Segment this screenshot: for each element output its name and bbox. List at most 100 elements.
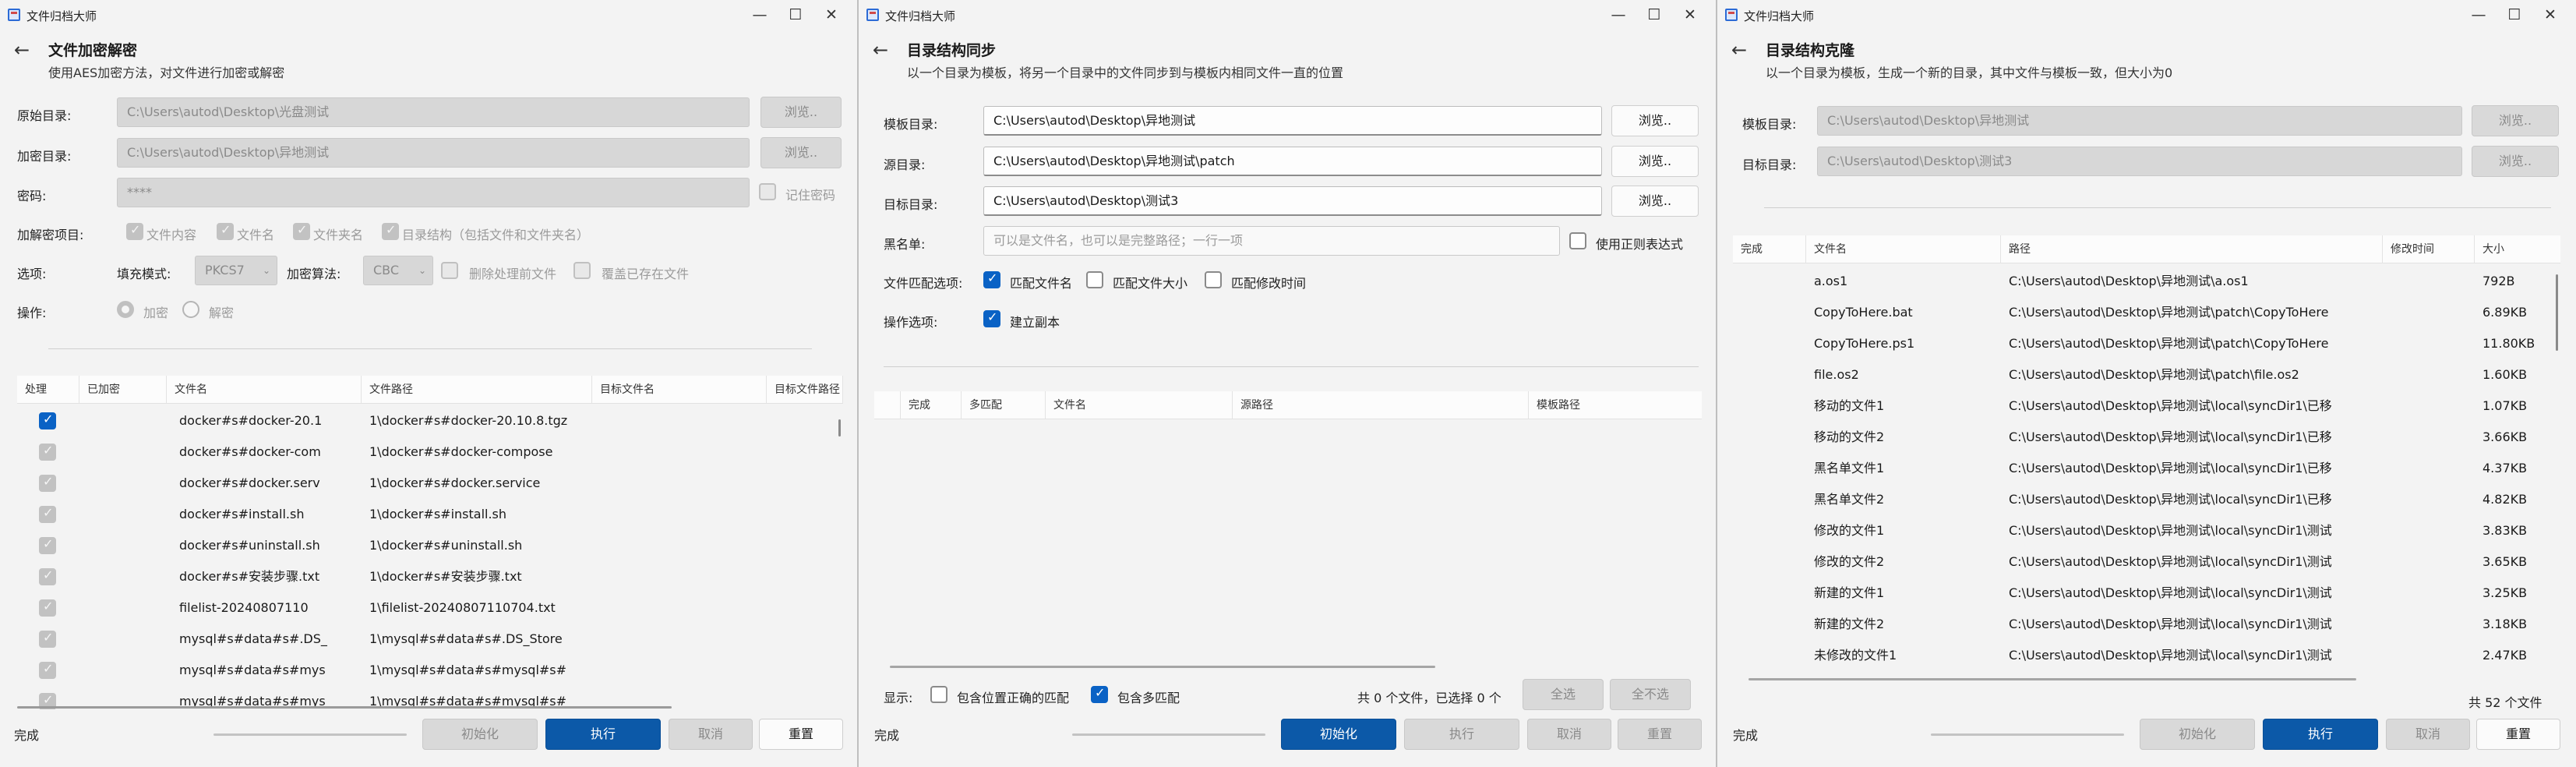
encrypt-radio[interactable] [117, 301, 134, 318]
table-row[interactable]: a.os1 C:\Users\autod\Desktop\异地测试\a.os1 79… [1733, 266, 2560, 297]
target-dir-input[interactable]: C:\Users\autod\Desktop\测试3 [1817, 147, 2462, 176]
process-checkbox[interactable] [39, 599, 56, 617]
browse-encrypt-button[interactable]: 浏览.. [760, 137, 842, 168]
encrypt-dir-input[interactable]: C:\Users\autod\Desktop\异地测试 [117, 138, 750, 168]
regex-checkbox[interactable] [1569, 232, 1586, 249]
table-row[interactable]: 未修改的文件1 C:\Users\autod\Desktop\异地测试\local… [1733, 640, 2560, 671]
table-horizontal-scrollbar[interactable] [1749, 678, 2356, 680]
cancel-button[interactable]: 取消 [669, 719, 753, 750]
process-checkbox[interactable] [39, 474, 56, 492]
process-checkbox[interactable] [39, 630, 56, 648]
col-path[interactable]: 路径 [2001, 235, 2383, 263]
table-row[interactable]: 新建的文件2 C:\Users\autod\Desktop\异地测试\local\… [1733, 609, 2560, 640]
col-done[interactable]: 完成 [901, 391, 962, 419]
browse-template-button[interactable]: 浏览.. [1611, 105, 1699, 136]
password-input[interactable]: **** [117, 178, 750, 207]
template-dir-input[interactable]: C:\Users\autod\Desktop\异地测试 [1817, 106, 2462, 136]
include-multi-checkbox[interactable] [1091, 685, 1108, 703]
select-none-button[interactable]: 全不选 [1610, 679, 1691, 710]
create-copy-checkbox[interactable] [983, 309, 1000, 327]
close-icon[interactable]: ✕ [813, 3, 849, 27]
target-dir-input[interactable]: C:\Users\autod\Desktop\测试3 [983, 186, 1602, 216]
process-checkbox[interactable] [39, 412, 56, 429]
cancel-button[interactable]: 取消 [2386, 719, 2470, 750]
col-filename[interactable]: 文件名 [167, 376, 362, 404]
table-row[interactable]: 新建的文件1 C:\Users\autod\Desktop\异地测试\local\… [1733, 578, 2560, 609]
blacklist-input[interactable]: 可以是文件名，也可以是完整路径；一行一项 [983, 226, 1560, 256]
init-button[interactable]: 初始化 [422, 719, 538, 750]
table-vertical-scrollbar[interactable] [838, 419, 841, 437]
col-filename[interactable]: 文件名 [1046, 391, 1233, 419]
include-position-checkbox[interactable] [930, 686, 947, 703]
init-button[interactable]: 初始化 [1281, 719, 1396, 750]
col-target-name[interactable]: 目标文件名 [592, 376, 767, 404]
item-foldername-checkbox[interactable] [293, 222, 310, 240]
browse-template-button[interactable]: 浏览.. [2472, 105, 2559, 136]
match-name-checkbox[interactable] [983, 270, 1000, 288]
table-horizontal-scrollbar[interactable] [890, 666, 1435, 668]
reset-button[interactable]: 重置 [2476, 719, 2560, 750]
init-button[interactable]: 初始化 [2140, 719, 2255, 750]
maximize-icon[interactable]: ☐ [778, 3, 813, 27]
table-row[interactable]: mysql#s#data#s#.DS_ 1\mysql#s#data#s#.DS_… [17, 624, 843, 655]
browse-target-button[interactable]: 浏览.. [2472, 146, 2559, 177]
browse-source-button[interactable]: 浏览.. [1611, 146, 1699, 177]
match-size-checkbox[interactable] [1086, 271, 1103, 288]
table-row[interactable]: docker#s#uninstall.sh 1\docker#s#uninstal… [17, 530, 843, 561]
table-row[interactable]: docker#s#docker.serv 1\docker#s#docker.se… [17, 468, 843, 499]
close-icon[interactable]: ✕ [2532, 3, 2568, 27]
table-row[interactable]: docker#s#安装步骤.txt 1\docker#s#安装步骤.txt [17, 561, 843, 592]
source-dir-input[interactable]: C:\Users\autod\Desktop\光盘测试 [117, 97, 750, 127]
table-row[interactable]: docker#s#docker-com 1\docker#s#docker-com… [17, 437, 843, 468]
back-arrow-icon[interactable]: ← [873, 39, 888, 61]
col-process[interactable]: 处理 [17, 376, 79, 404]
browse-source-button[interactable]: 浏览.. [760, 97, 842, 128]
process-checkbox[interactable] [39, 567, 56, 585]
minimize-icon[interactable]: — [2461, 3, 2497, 27]
process-checkbox[interactable] [39, 505, 56, 523]
table-row[interactable]: 移动的文件2 C:\Users\autod\Desktop\异地测试\local\… [1733, 422, 2560, 453]
table-row[interactable]: docker#s#docker-20.1 1\docker#s#docker-20… [17, 405, 843, 437]
algorithm-select[interactable]: CBC ⌄ [363, 256, 433, 285]
execute-button[interactable]: 执行 [545, 719, 661, 750]
maximize-icon[interactable]: ☐ [2497, 3, 2532, 27]
minimize-icon[interactable]: — [1600, 3, 1636, 27]
table-row[interactable]: 黑名单文件1 C:\Users\autod\Desktop\异地测试\local\… [1733, 453, 2560, 484]
col-size[interactable]: 大小 [2475, 235, 2560, 263]
table-row[interactable]: 黑名单文件2 C:\Users\autod\Desktop\异地测试\local\… [1733, 484, 2560, 515]
col-done[interactable]: 完成 [1733, 235, 1806, 263]
item-filename-checkbox[interactable] [217, 222, 234, 240]
table-row[interactable]: file.os2 C:\Users\autod\Desktop\异地测试\patc… [1733, 359, 2560, 391]
col-modified[interactable]: 修改时间 [2383, 235, 2475, 263]
execute-button[interactable]: 执行 [2263, 719, 2378, 750]
table-row[interactable]: CopyToHere.ps1 C:\Users\autod\Desktop\异地测… [1733, 328, 2560, 359]
item-content-checkbox[interactable] [126, 222, 143, 240]
padding-mode-select[interactable]: PKCS7 ⌄ [195, 256, 277, 285]
col-source-path[interactable]: 源路径 [1233, 391, 1529, 419]
back-arrow-icon[interactable]: ← [1731, 39, 1747, 61]
process-checkbox[interactable] [39, 443, 56, 461]
reset-button[interactable]: 重置 [1618, 719, 1702, 750]
maximize-icon[interactable]: ☐ [1636, 3, 1672, 27]
col-filepath[interactable]: 文件路径 [362, 376, 592, 404]
browse-target-button[interactable]: 浏览.. [1611, 186, 1699, 217]
cancel-button[interactable]: 取消 [1527, 719, 1611, 750]
process-checkbox[interactable] [39, 661, 56, 679]
col-target-path[interactable]: 目标文件路径 [767, 376, 843, 404]
select-all-button[interactable]: 全选 [1523, 679, 1604, 710]
minimize-icon[interactable]: — [742, 3, 778, 27]
table-row[interactable]: 修改的文件2 C:\Users\autod\Desktop\异地测试\local\… [1733, 546, 2560, 578]
table-vertical-scrollbar[interactable] [2556, 274, 2558, 351]
execute-button[interactable]: 执行 [1404, 719, 1519, 750]
col-multi[interactable]: 多匹配 [962, 391, 1046, 419]
table-row[interactable]: mysql#s#data#s#mys 1\mysql#s#data#s#mysql… [17, 655, 843, 686]
match-time-checkbox[interactable] [1205, 271, 1222, 288]
source-dir-input[interactable]: C:\Users\autod\Desktop\异地测试\patch [983, 147, 1602, 176]
table-row[interactable]: 修改的文件1 C:\Users\autod\Desktop\异地测试\local\… [1733, 515, 2560, 546]
table-horizontal-scrollbar[interactable] [17, 706, 672, 709]
table-row[interactable]: docker#s#install.sh 1\docker#s#install.sh [17, 499, 843, 530]
template-dir-input[interactable]: C:\Users\autod\Desktop\异地测试 [983, 106, 1602, 136]
item-structure-checkbox[interactable] [382, 222, 399, 240]
col-template-path[interactable]: 模板路径 [1529, 391, 1702, 419]
table-row[interactable]: CopyToHere.bat C:\Users\autod\Desktop\异地测… [1733, 297, 2560, 328]
